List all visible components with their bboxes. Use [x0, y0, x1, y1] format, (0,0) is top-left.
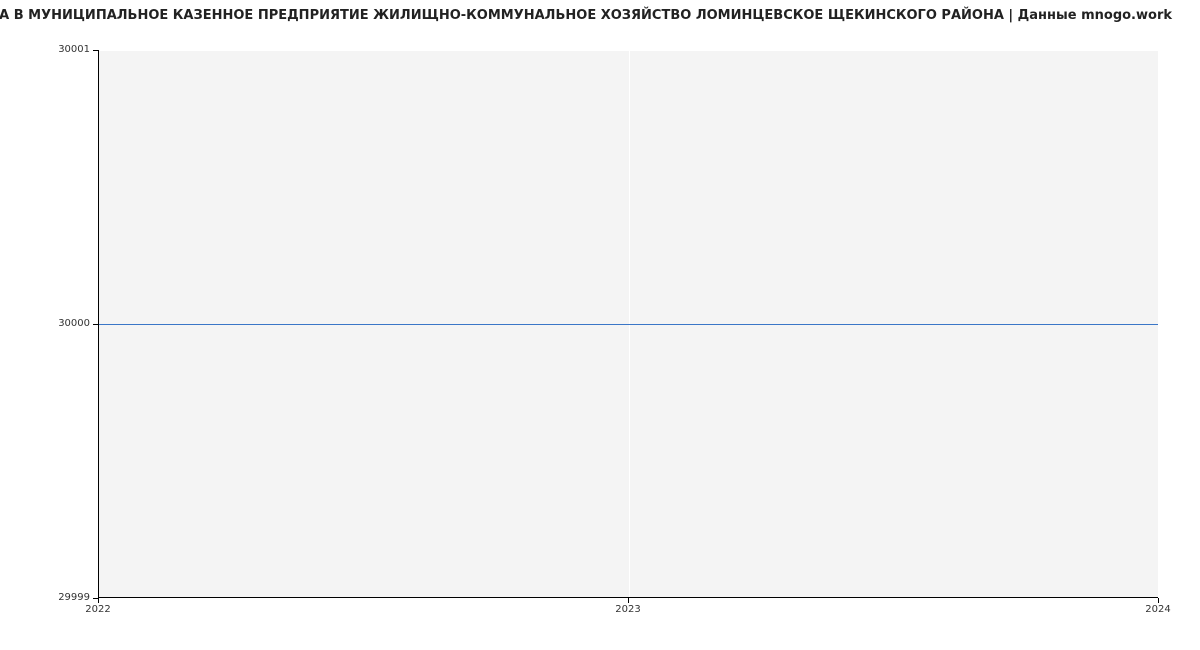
- x-tick-mark: [1158, 598, 1159, 603]
- gridline-vertical: [1158, 50, 1159, 597]
- x-tick-mark: [628, 598, 629, 603]
- chart-container: ЗАРПЛАТА В МУНИЦИПАЛЬНОЕ КАЗЕННОЕ ПРЕДПР…: [0, 0, 1200, 650]
- plot-area: [98, 50, 1158, 598]
- data-line: [99, 324, 1158, 325]
- chart-title: ЗАРПЛАТА В МУНИЦИПАЛЬНОЕ КАЗЕННОЕ ПРЕДПР…: [0, 8, 1172, 23]
- gridline-horizontal: [99, 50, 1158, 51]
- y-tick-label: 30001: [0, 44, 90, 55]
- x-tick-mark: [98, 598, 99, 603]
- x-tick-label: 2023: [598, 604, 658, 615]
- y-tick-label: 29999: [0, 592, 90, 603]
- y-tick-label: 30000: [0, 318, 90, 329]
- x-tick-label: 2022: [68, 604, 128, 615]
- x-tick-label: 2024: [1128, 604, 1188, 615]
